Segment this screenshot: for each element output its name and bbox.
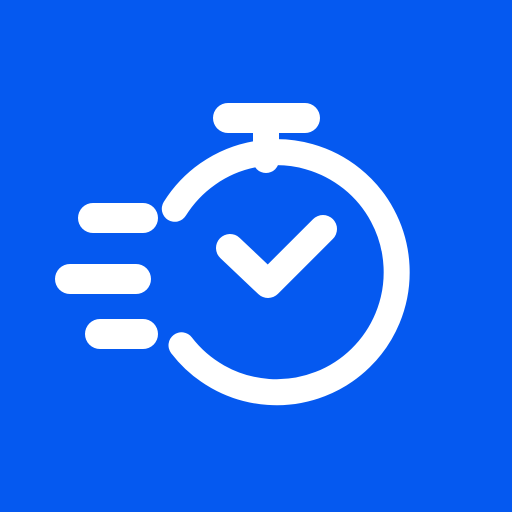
app-icon xyxy=(0,0,512,512)
stopwatch-check-icon xyxy=(0,0,512,512)
